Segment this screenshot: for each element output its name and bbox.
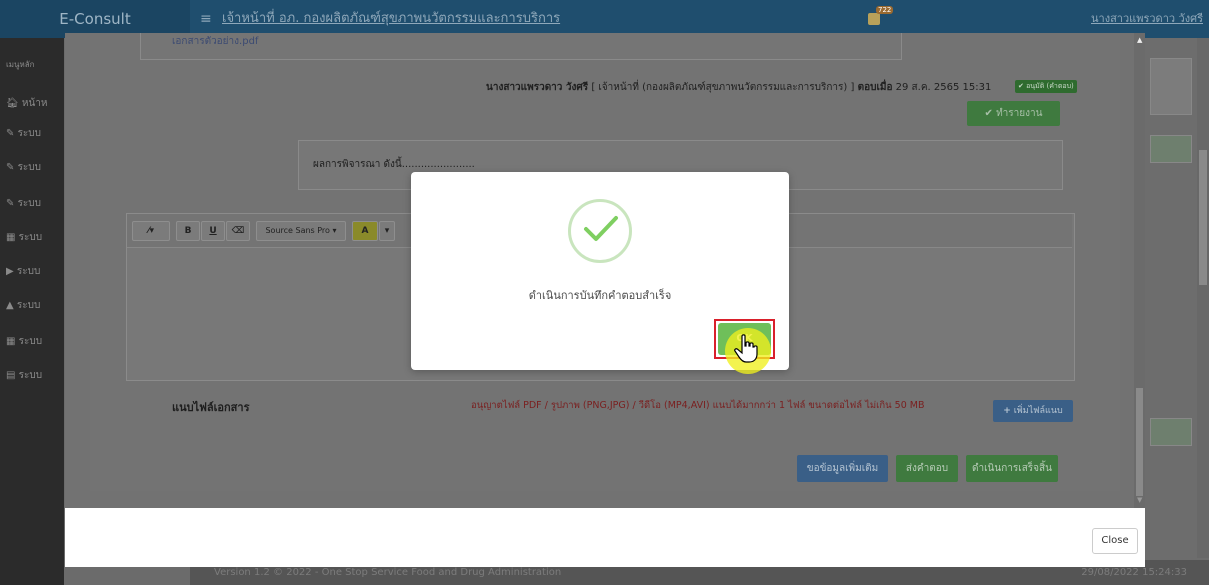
sidebar-item[interactable]: ✎ ระบบ bbox=[6, 160, 41, 175]
sidebar-item[interactable]: ▲ ระบบ bbox=[6, 298, 40, 313]
sidebar-item-label: ระบบ bbox=[17, 198, 41, 209]
reply-header: นางสาวแพรวดาว วังศรี [ เจ้าหน้าที่ (กองผ… bbox=[486, 80, 991, 95]
sidebar-item[interactable]: ▦ ระบบ bbox=[6, 230, 42, 245]
modal-scrollbar-thumb[interactable] bbox=[1136, 388, 1143, 496]
font-color-button[interactable]: A bbox=[352, 221, 378, 241]
sidebar-item-label: ระบบ bbox=[18, 232, 43, 243]
request-more-info-button[interactable]: ขอข้อมูลเพิ่มเติม bbox=[797, 455, 888, 482]
sidebar-item[interactable]: ✎ ระบบ bbox=[6, 196, 41, 211]
sidebar-heading: เมนูหลัก bbox=[6, 60, 35, 69]
status-badge-label: อนุมัติ (คำตอบ) bbox=[1026, 82, 1074, 90]
sidebar-item-label: ระบบ bbox=[16, 300, 41, 311]
sidebar-item-label: ระบบ bbox=[16, 266, 41, 277]
comment-text: ผลการพิจารณา ดังนี้.....................… bbox=[313, 159, 475, 170]
chevron-down-icon[interactable]: ▾ bbox=[379, 221, 395, 241]
report-button-label: ทำรายงาน bbox=[996, 108, 1043, 119]
sidebar-item[interactable]: ▦ ระบบ bbox=[6, 334, 42, 349]
reply-answered-label: ตอบเมื่อ bbox=[857, 82, 893, 93]
page-scrollbar-thumb[interactable] bbox=[1199, 150, 1207, 285]
sidebar-item-label: ระบบ bbox=[17, 128, 41, 139]
sidebar-item-label: หน้าห bbox=[21, 98, 48, 109]
status-badge: ✔ อนุมัติ (คำตอบ) bbox=[1015, 80, 1077, 93]
sidebar-item-label: ระบบ bbox=[17, 162, 41, 173]
send-reply-button[interactable]: ส่งคำตอบ bbox=[896, 455, 958, 482]
add-attachment-button[interactable]: + เพิ่มไฟล์แนบ bbox=[993, 400, 1073, 422]
add-attachment-label: เพิ่มไฟล์แนบ bbox=[1013, 406, 1063, 416]
font-family-select[interactable]: Source Sans Pro ▾ bbox=[256, 221, 346, 241]
scroll-up-icon[interactable]: ▲ bbox=[1137, 36, 1142, 44]
font-family-value: Source Sans Pro bbox=[265, 226, 330, 235]
attach-rules: อนุญาตไฟล์ PDF / รูปภาพ (PNG,JPG) / วีดี… bbox=[471, 400, 925, 411]
success-message: ดำเนินการบันทึกคำตอบสำเร็จ bbox=[528, 289, 672, 302]
background-card bbox=[1150, 418, 1192, 446]
hand-cursor-icon bbox=[734, 334, 758, 363]
sidebar-item-label: ระบบ bbox=[18, 370, 43, 381]
magic-wand-icon[interactable]: ⁄▾ bbox=[132, 221, 170, 241]
close-button[interactable]: Close bbox=[1092, 528, 1138, 554]
report-button[interactable]: ✔ ทำรายงาน bbox=[967, 101, 1060, 126]
check-icon bbox=[584, 216, 618, 241]
underline-button[interactable]: U bbox=[201, 221, 225, 241]
notification-count: 722 bbox=[876, 6, 894, 14]
sidebar-item-label: ระบบ bbox=[18, 336, 43, 347]
attach-label: แนบไฟล์เอกสาร bbox=[172, 401, 250, 414]
modal-footer bbox=[65, 508, 1145, 567]
sidebar-item-home[interactable]: 🏠︎ หน้าห bbox=[6, 96, 48, 111]
eraser-icon[interactable]: ⌫ bbox=[226, 221, 250, 241]
attachment-file-link[interactable]: เอกสารตัวอย่าง.pdf bbox=[172, 34, 258, 49]
scroll-down-icon[interactable]: ▼ bbox=[1137, 496, 1142, 504]
sidebar-item[interactable]: ▶ ระบบ bbox=[6, 264, 40, 279]
reply-date: 29 ส.ค. 2565 15:31 bbox=[895, 82, 992, 93]
sidebar-item[interactable]: ✎ ระบบ bbox=[6, 126, 41, 141]
reply-author: นางสาวแพรวดาว วังศรี bbox=[486, 82, 589, 93]
reply-role: [ เจ้าหน้าที่ (กองผลิตภัณฑ์สุขภาพนวัตกรร… bbox=[591, 82, 855, 93]
background-card bbox=[1150, 58, 1192, 115]
finish-button[interactable]: ดำเนินการเสร็จสิ้น bbox=[966, 455, 1058, 482]
background-card bbox=[1150, 135, 1192, 163]
bell-icon[interactable] bbox=[868, 13, 880, 25]
menu-toggle-icon[interactable]: ≡ bbox=[200, 11, 212, 27]
bold-button[interactable]: B bbox=[176, 221, 200, 241]
sidebar-item[interactable]: ▤ ระบบ bbox=[6, 368, 42, 383]
page-scrollbar[interactable] bbox=[1197, 38, 1209, 558]
